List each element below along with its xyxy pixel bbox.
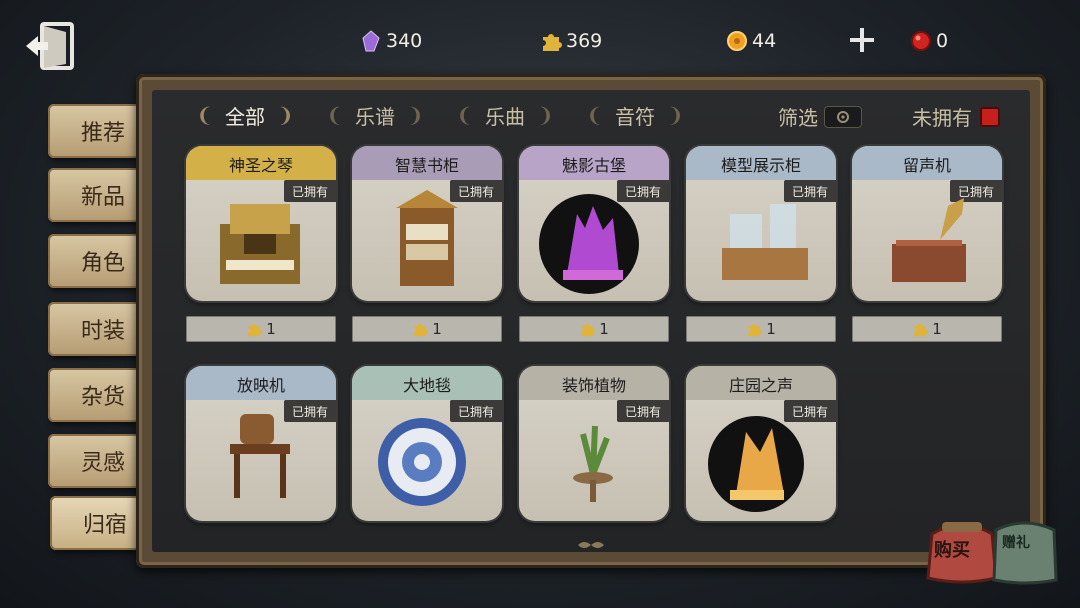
side-tab-label: 灵感 bbox=[80, 451, 125, 476]
item-card-model-cabinet[interactable]: 模型展示柜 已拥有 bbox=[686, 146, 836, 301]
item-name: 神圣之琴 bbox=[228, 156, 293, 175]
clue-coin-icon bbox=[726, 30, 748, 52]
item-card-big-carpet[interactable]: 大地毯 已拥有 bbox=[352, 366, 502, 521]
item-name: 智慧书柜 bbox=[394, 156, 459, 175]
puzzle-icon bbox=[540, 30, 562, 52]
unowned-toggle[interactable]: 未拥有 bbox=[912, 102, 1000, 131]
puzzle-icon bbox=[746, 321, 763, 337]
clue-currency: 44 bbox=[726, 28, 776, 54]
crystal-currency: 340 bbox=[360, 28, 422, 54]
exit-icon[interactable] bbox=[22, 18, 78, 74]
tab-label: 音符 bbox=[615, 104, 655, 129]
price-tag: 1 bbox=[186, 316, 336, 342]
side-tab-label: 时装 bbox=[80, 319, 125, 344]
carpet-icon bbox=[378, 418, 466, 506]
gift-label: 赠礼 bbox=[1002, 535, 1030, 551]
puzzle-icon bbox=[912, 321, 929, 337]
laurel-right-icon: ❩ bbox=[667, 103, 684, 127]
clue-count: 44 bbox=[752, 30, 777, 52]
filter-button[interactable] bbox=[824, 105, 862, 128]
display-cabinet-icon bbox=[722, 204, 808, 280]
tab-label: 全部 bbox=[225, 104, 265, 129]
side-tab-label: 归宿 bbox=[82, 513, 127, 538]
item-name: 庄园之声 bbox=[728, 376, 793, 395]
laurel-right-icon: ❩ bbox=[537, 103, 554, 127]
price-tag: 1 bbox=[352, 316, 502, 342]
item-card-phantom-castle[interactable]: 魅影古堡 已拥有 bbox=[519, 146, 669, 301]
price-value: 1 bbox=[432, 320, 442, 338]
laurel-left-icon: ❨ bbox=[196, 103, 213, 127]
item-card-wisdom-bookcase[interactable]: 智慧书柜 已拥有 bbox=[352, 146, 502, 301]
red-gem-icon bbox=[910, 30, 932, 52]
tab-all[interactable]: ❨ 全部 ❩ bbox=[180, 100, 310, 130]
organ-icon bbox=[220, 204, 300, 284]
price-tag: 1 bbox=[686, 316, 836, 342]
buy-label: 购买 bbox=[934, 540, 970, 561]
puzzle-count: 369 bbox=[566, 30, 603, 52]
projector-icon bbox=[230, 414, 290, 498]
item-card-manor-voice[interactable]: 庄园之声 已拥有 bbox=[686, 366, 836, 521]
item-name: 模型展示柜 bbox=[720, 156, 801, 175]
price-value: 1 bbox=[599, 320, 609, 338]
puzzle-icon bbox=[579, 321, 596, 337]
item-card-gramophone[interactable]: 留声机 已拥有 bbox=[852, 146, 1002, 301]
tab-score[interactable]: ❨ 乐谱 ❩ bbox=[310, 100, 440, 130]
side-tab-label: 推荐 bbox=[80, 121, 125, 146]
purple-crystal-icon bbox=[360, 30, 382, 52]
laurel-right-icon: ❩ bbox=[277, 103, 294, 127]
laurel-left-icon: ❨ bbox=[586, 103, 603, 127]
filter-label: 筛选 bbox=[778, 106, 818, 130]
filter-bar: ❨ 全部 ❩ ❨ 乐谱 ❩ ❨ 乐曲 ❩ ❨ 音符 ❩ 筛选 未拥有 bbox=[152, 90, 1030, 140]
price-value: 1 bbox=[266, 320, 276, 338]
item-card-holy-harp[interactable]: 神圣之琴 已拥有 bbox=[186, 146, 336, 301]
red-gem-currency: 0 bbox=[910, 28, 948, 54]
puzzle-icon bbox=[246, 321, 263, 337]
price-tag: 1 bbox=[519, 316, 669, 342]
item-name: 放映机 bbox=[236, 376, 285, 395]
side-tab-label: 杂货 bbox=[80, 385, 125, 410]
red-gem-count: 0 bbox=[936, 30, 949, 52]
puzzle-icon bbox=[412, 321, 429, 337]
side-tab-label: 角色 bbox=[80, 251, 125, 276]
item-card-decor-plant[interactable]: 装饰植物 已拥有 bbox=[519, 366, 669, 521]
tab-music[interactable]: ❨ 乐曲 ❩ bbox=[440, 100, 570, 130]
laurel-left-icon: ❨ bbox=[326, 103, 343, 127]
puzzle-currency: 369 bbox=[540, 28, 602, 54]
plant-icon bbox=[573, 425, 613, 502]
bottom-ornament-icon bbox=[576, 536, 606, 548]
top-bar: 340 369 44 0 bbox=[0, 0, 1080, 80]
crystal-count: 340 bbox=[386, 30, 423, 52]
tab-label: 乐曲 bbox=[485, 104, 525, 129]
add-currency-icon[interactable] bbox=[848, 26, 876, 54]
price-value: 1 bbox=[766, 320, 776, 338]
item-name: 大地毯 bbox=[402, 376, 451, 395]
manor-voice-icon bbox=[708, 416, 804, 512]
castle-icon bbox=[539, 194, 639, 294]
bookcase-icon bbox=[396, 190, 458, 286]
laurel-left-icon: ❨ bbox=[456, 103, 473, 127]
filter-control[interactable]: 筛选 bbox=[778, 102, 862, 131]
laurel-right-icon: ❩ bbox=[407, 103, 424, 127]
tab-note[interactable]: ❨ 音符 ❩ bbox=[570, 100, 700, 130]
unowned-checkbox[interactable] bbox=[980, 106, 1000, 127]
gear-icon bbox=[837, 110, 849, 123]
item-name: 装饰植物 bbox=[561, 376, 626, 395]
gift-bag-button[interactable]: 赠礼 bbox=[990, 510, 1060, 586]
side-tab-label: 新品 bbox=[80, 185, 125, 210]
gramophone-icon bbox=[892, 198, 966, 282]
item-card-projector[interactable]: 放映机 已拥有 bbox=[186, 366, 336, 521]
price-tag: 1 bbox=[852, 316, 1002, 342]
tab-label: 乐谱 bbox=[355, 104, 395, 129]
item-name: 魅影古堡 bbox=[561, 156, 626, 175]
price-value: 1 bbox=[932, 320, 942, 338]
item-name: 留声机 bbox=[902, 156, 951, 175]
unowned-label: 未拥有 bbox=[912, 106, 972, 130]
